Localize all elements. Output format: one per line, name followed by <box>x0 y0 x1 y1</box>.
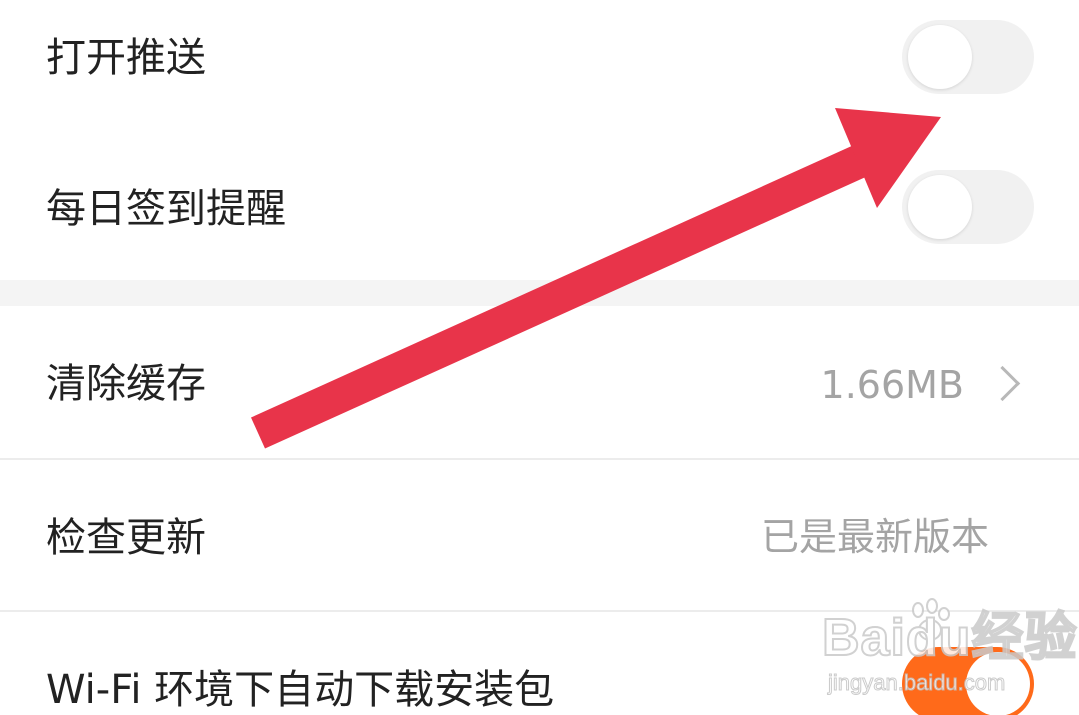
setting-label-check-update: 检查更新 <box>46 515 206 561</box>
setting-label-checkin-reminder: 每日签到提醒 <box>46 186 286 232</box>
checkin-reminder-toggle[interactable] <box>902 170 1034 244</box>
toggle-knob <box>908 25 972 89</box>
chevron-right-icon <box>984 365 1021 402</box>
update-status-value: 已是最新版本 <box>760 515 989 559</box>
setting-row-check-update[interactable]: 检查更新 已是最新版本 <box>0 460 1079 610</box>
setting-label-push: 打开推送 <box>46 35 206 81</box>
setting-label-clear-cache: 清除缓存 <box>46 361 206 407</box>
push-toggle[interactable] <box>902 20 1034 94</box>
section-gap <box>0 280 1079 306</box>
setting-row-push[interactable]: 打开推送 <box>0 0 1079 125</box>
setting-row-clear-cache[interactable]: 清除缓存 1.66MB <box>0 306 1079 458</box>
settings-screen: 打开推送 每日签到提醒 清除缓存 1.66MB 检查更新 已是最新版本 Wi-F… <box>0 0 1079 715</box>
setting-label-wifi-auto-download: Wi-Fi 环境下自动下载安装包 <box>46 667 555 713</box>
cache-size-value: 1.66MB <box>820 363 964 407</box>
toggle-knob <box>908 175 972 239</box>
setting-row-checkin-reminder[interactable]: 每日签到提醒 <box>0 125 1079 280</box>
watermark-brand: Baidu经验 <box>821 609 1078 667</box>
watermark-url: jingyan.baidu.com <box>827 670 1006 695</box>
baidu-watermark: Baidu经验 jingyan.baidu.com <box>821 598 1077 698</box>
